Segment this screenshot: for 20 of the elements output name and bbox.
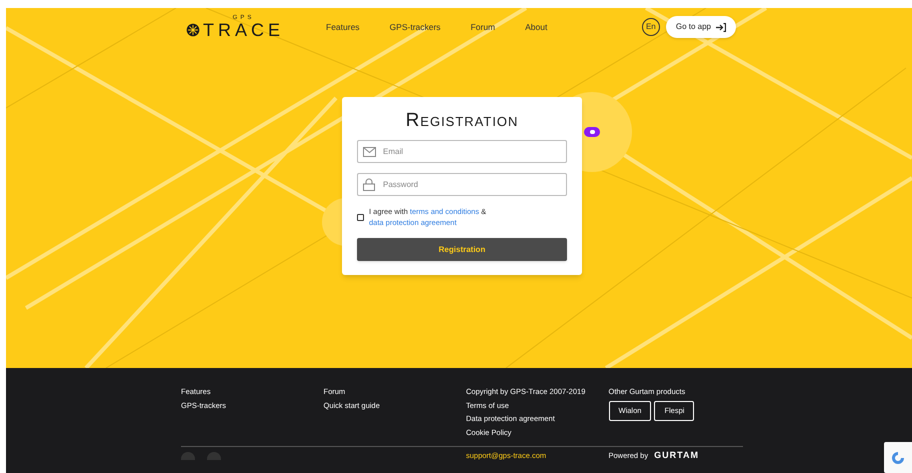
sign-in-icon [716, 22, 726, 32]
password-field[interactable]: Password [357, 173, 567, 196]
language-button[interactable]: En [642, 18, 660, 36]
registration-title: Registration [404, 109, 520, 133]
nav-link[interactable]: GPS-trackers [390, 20, 441, 34]
nav-link[interactable]: Forum [470, 20, 496, 34]
go-to-app-button[interactable]: Go to app [666, 16, 736, 38]
nav-link[interactable]: About [525, 20, 548, 34]
nav-link[interactable]: Features [326, 20, 360, 34]
registration-button[interactable]: Registration [357, 238, 567, 261]
refresh-arrows-icon [890, 450, 906, 466]
agree-checkbox[interactable] [357, 214, 364, 220]
wheel-logo-icon [186, 23, 200, 37]
envelope-icon [363, 146, 376, 156]
email-field[interactable]: Email [357, 140, 567, 163]
company-logo: GURTAM [654, 449, 699, 462]
location-pin-icon [584, 127, 600, 137]
logo-wordmark: TRACE [203, 21, 284, 39]
captcha-badge[interactable] [884, 442, 912, 473]
padlock-icon [363, 178, 375, 191]
